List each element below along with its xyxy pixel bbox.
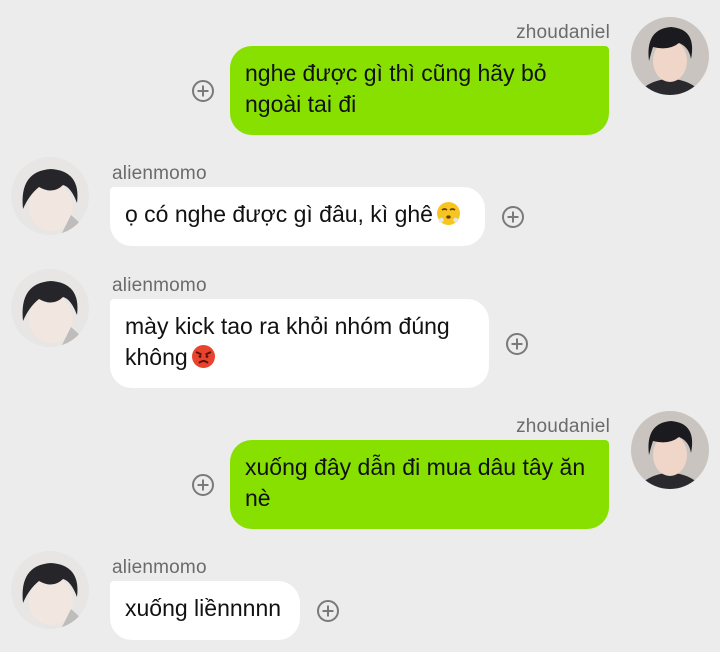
add-reaction-icon[interactable]: [192, 474, 214, 496]
sender-name: zhoudaniel: [516, 22, 610, 43]
message-bubble[interactable]: mày kick tao ra khỏi nhóm đúng không: [110, 299, 489, 388]
avatar-zhoudaniel[interactable]: [631, 411, 709, 489]
message-bubble[interactable]: nghe được gì thì cũng hãy bỏ ngoài tai đ…: [230, 46, 609, 135]
sender-name: alienmomo: [112, 163, 207, 184]
avatar-alienmomo[interactable]: [11, 269, 89, 347]
message-text: mày kick tao ra khỏi nhóm đúng không: [125, 313, 450, 370]
add-reaction-icon[interactable]: [502, 206, 524, 228]
message-bubble[interactable]: xuống liềnnnnn: [110, 581, 300, 640]
sender-name: alienmomo: [112, 557, 207, 578]
face-with-steam-icon: [436, 201, 461, 226]
avatar-zhoudaniel[interactable]: [631, 17, 709, 95]
message-bubble[interactable]: ọ có nghe được gì đâu, kì ghê: [110, 187, 485, 246]
sender-name: zhoudaniel: [516, 416, 610, 437]
avatar-alienmomo[interactable]: [11, 157, 89, 235]
message-bubble[interactable]: xuống đây dẫn đi mua dâu tây ăn nè: [230, 440, 609, 529]
message-text: ọ có nghe được gì đâu, kì ghê: [125, 201, 433, 227]
angry-face-icon: [191, 344, 216, 369]
add-reaction-icon[interactable]: [506, 333, 528, 355]
sender-name: alienmomo: [112, 275, 207, 296]
add-reaction-icon[interactable]: [317, 600, 339, 622]
avatar-alienmomo[interactable]: [11, 551, 89, 629]
add-reaction-icon[interactable]: [192, 80, 214, 102]
